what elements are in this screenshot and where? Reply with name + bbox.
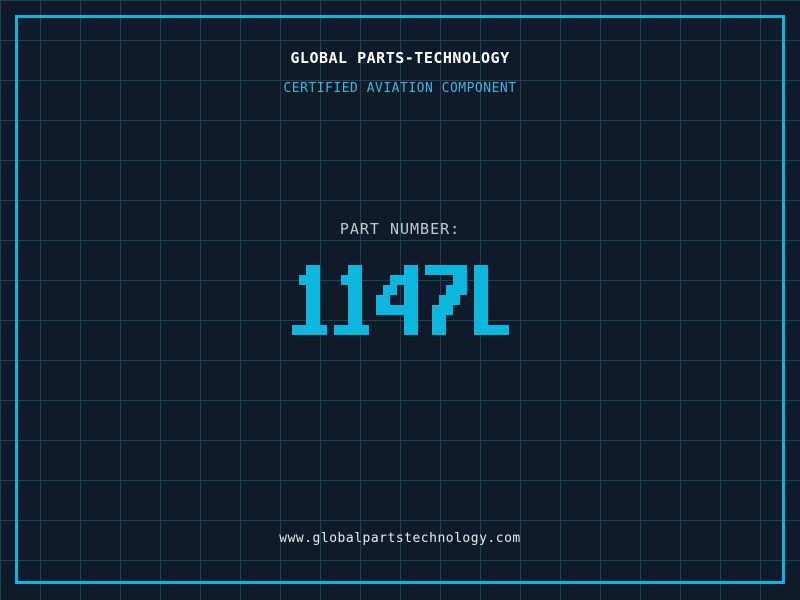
part-number-pixel-digits — [291, 265, 509, 335]
company-title: GLOBAL PARTS-TECHNOLOGY — [290, 49, 510, 67]
website-url: www.globalpartstechnology.com — [279, 531, 521, 546]
certificate-page: GLOBAL PARTS-TECHNOLOGY CERTIFIED AVIATI… — [0, 0, 800, 600]
part-number-label: PART NUMBER: — [339, 220, 461, 238]
part-number-value — [0, 265, 800, 335]
certification-subtitle: CERTIFIED AVIATION COMPONENT — [283, 81, 517, 96]
